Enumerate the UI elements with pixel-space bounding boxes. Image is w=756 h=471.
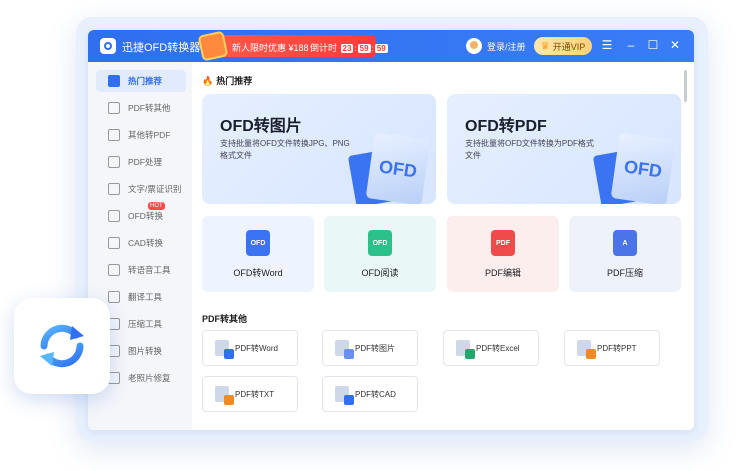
login-button[interactable]: 登录/注册 xyxy=(466,38,526,54)
speech-icon xyxy=(108,264,120,276)
sidebar-item-label: 文字/票证识别 xyxy=(128,184,182,194)
pdf-to-txt-button[interactable]: PDF转TXT xyxy=(202,376,298,412)
tool-label: PDF转Word xyxy=(235,343,278,353)
card-desc: 支持批量将OFD文件转换为PDF格式文件 xyxy=(465,139,594,160)
pdf-to-ppt-button[interactable]: PDF转PPT xyxy=(564,330,660,366)
hot-section-title: 🔥 热门推荐 xyxy=(202,76,253,86)
title-bar: 迅捷OFD转换器 新人限时优惠 ¥188 倒计时 23:59:59 登录/注册 … xyxy=(88,30,694,62)
countdown-minutes: 59 xyxy=(357,44,371,53)
sidebar-item-label: 转语音工具 xyxy=(128,265,171,275)
app-logo-icon xyxy=(100,38,116,54)
close-icon[interactable]: ✕ xyxy=(668,38,682,52)
pdf-cad-icon xyxy=(335,386,354,405)
pdf-to-excel-button[interactable]: PDF转Excel xyxy=(443,330,539,366)
tool-label: PDF转图片 xyxy=(355,343,395,353)
home-icon xyxy=(108,75,120,87)
sidebar-item-other-to-pdf[interactable]: 其他转PDF xyxy=(96,124,186,146)
countdown-hours: 23 xyxy=(340,44,354,53)
sidebar-item-label: 其他转PDF xyxy=(128,130,171,140)
gift-icon xyxy=(197,30,229,62)
pdf-to-image-button[interactable]: PDF转图片 xyxy=(322,330,418,366)
pdf-image-icon xyxy=(335,340,354,359)
tool-label: OFD阅读 xyxy=(361,268,399,278)
ofd-doc-icon: OFD xyxy=(610,132,676,204)
card-title: OFD转图片 xyxy=(220,118,302,135)
vip-label: 开通VIP xyxy=(552,41,586,52)
tool-pdf-compress[interactable]: A PDF压缩 xyxy=(569,216,681,292)
pdf-section-title: PDF转其他 xyxy=(202,314,248,324)
pdf-process-icon xyxy=(108,156,120,168)
sidebar-item-ocr[interactable]: 文字/票证识别 xyxy=(96,178,186,200)
scan-icon xyxy=(108,183,120,195)
translate-icon xyxy=(108,291,120,303)
pdf-to-word-button[interactable]: PDF转Word xyxy=(202,330,298,366)
vip-button[interactable]: ♛ 开通VIP xyxy=(534,37,592,55)
pdf-icon xyxy=(108,102,120,114)
sidebar-item-label: PDF转其他 xyxy=(128,103,171,113)
promo-banner[interactable]: 新人限时优惠 ¥188 倒计时 23:59:59 xyxy=(197,30,388,62)
sidebar-item-pdf-process[interactable]: PDF处理 xyxy=(96,151,186,173)
maximize-icon[interactable]: ☐ xyxy=(646,38,660,52)
app-window: 迅捷OFD转换器 新人限时优惠 ¥188 倒计时 23:59:59 登录/注册 … xyxy=(88,30,694,430)
tool-pdf-edit[interactable]: PDF PDF编辑 xyxy=(447,216,559,292)
card-desc: 支持批量将OFD文件转换JPG、PNG格式文件 xyxy=(220,139,350,160)
file-convert-icon xyxy=(108,129,120,141)
app-title: 迅捷OFD转换器 xyxy=(122,42,201,54)
tool-label: PDF转Excel xyxy=(476,343,520,353)
pdf-excel-icon xyxy=(456,340,475,359)
sidebar-item-translate[interactable]: 翻译工具 xyxy=(96,286,186,308)
sidebar-item-cad[interactable]: CAD转换 xyxy=(96,232,186,254)
pdf-ppt-icon xyxy=(577,340,596,359)
tool-label: PDF编辑 xyxy=(484,268,521,278)
countdown-label: 倒计时 xyxy=(310,43,338,53)
promo-text: 新人限时优惠 ¥188 xyxy=(232,43,309,53)
login-label: 登录/注册 xyxy=(487,41,526,52)
sidebar-item-label: 图片转换 xyxy=(128,346,163,356)
pdf-edit-icon: PDF xyxy=(491,230,515,256)
ofd-reader-icon: OFD xyxy=(368,230,392,256)
sidebar-item-label: OFD转换 xyxy=(128,211,163,221)
tool-label: PDF压缩 xyxy=(606,268,643,278)
ofd-word-icon: OFD xyxy=(246,230,270,256)
cad-icon xyxy=(108,237,120,249)
scrollbar[interactable] xyxy=(684,70,687,102)
sidebar-item-label: 老照片修复 xyxy=(128,373,171,383)
tool-label: PDF转CAD xyxy=(355,389,396,399)
main-content: 🔥 热门推荐 OFD转图片 支持批量将OFD文件转换JPG、PNG格式文件 OFD… xyxy=(192,62,694,430)
ofd-doc-icon: OFD xyxy=(365,132,431,204)
sidebar-item-label: CAD转换 xyxy=(128,238,163,248)
sidebar-item-label: 翻译工具 xyxy=(128,292,163,302)
minimize-icon[interactable]: – xyxy=(624,38,638,52)
sidebar-item-hot[interactable]: 热门推荐 xyxy=(96,70,186,92)
pdf-txt-icon xyxy=(215,386,234,405)
crown-icon: ♛ xyxy=(540,40,550,52)
fire-icon: 🔥 xyxy=(202,76,214,86)
tool-ofd-to-word[interactable]: OFD OFD转Word xyxy=(202,216,314,292)
promo-countdown: 倒计时 23:59:59 xyxy=(310,43,388,53)
sidebar-item-speech[interactable]: 转语音工具 xyxy=(96,259,186,281)
tool-label: PDF转PPT xyxy=(597,343,637,353)
card-title: OFD转PDF xyxy=(465,118,547,135)
pdf-word-icon xyxy=(215,340,234,359)
pdf-to-cad-button[interactable]: PDF转CAD xyxy=(322,376,418,412)
tool-label: PDF转TXT xyxy=(235,389,275,399)
tool-ofd-reader[interactable]: OFD OFD阅读 xyxy=(324,216,436,292)
ofd-to-pdf-card[interactable]: OFD转PDF 支持批量将OFD文件转换为PDF格式文件 OFD xyxy=(447,94,681,204)
tool-label: OFD转Word xyxy=(233,268,283,278)
countdown-seconds: 59 xyxy=(374,44,388,53)
sidebar-item-label: 压缩工具 xyxy=(128,319,163,329)
ofd-icon xyxy=(108,210,120,222)
ofd-to-image-card[interactable]: OFD转图片 支持批量将OFD文件转换JPG、PNG格式文件 OFD xyxy=(202,94,436,204)
pdf-compress-icon: A xyxy=(613,230,637,256)
sidebar-item-label: PDF处理 xyxy=(128,157,163,167)
sync-app-icon xyxy=(14,298,110,394)
sync-icon xyxy=(40,324,84,368)
menu-icon[interactable]: ☰ xyxy=(600,38,614,52)
hot-badge: HOT xyxy=(148,202,165,210)
avatar-icon xyxy=(466,38,482,54)
sidebar-item-ofd[interactable]: OFD转换 HOT xyxy=(96,202,186,227)
sidebar-item-pdf-to-other[interactable]: PDF转其他 xyxy=(96,97,186,119)
sidebar-item-label: 热门推荐 xyxy=(128,76,163,86)
